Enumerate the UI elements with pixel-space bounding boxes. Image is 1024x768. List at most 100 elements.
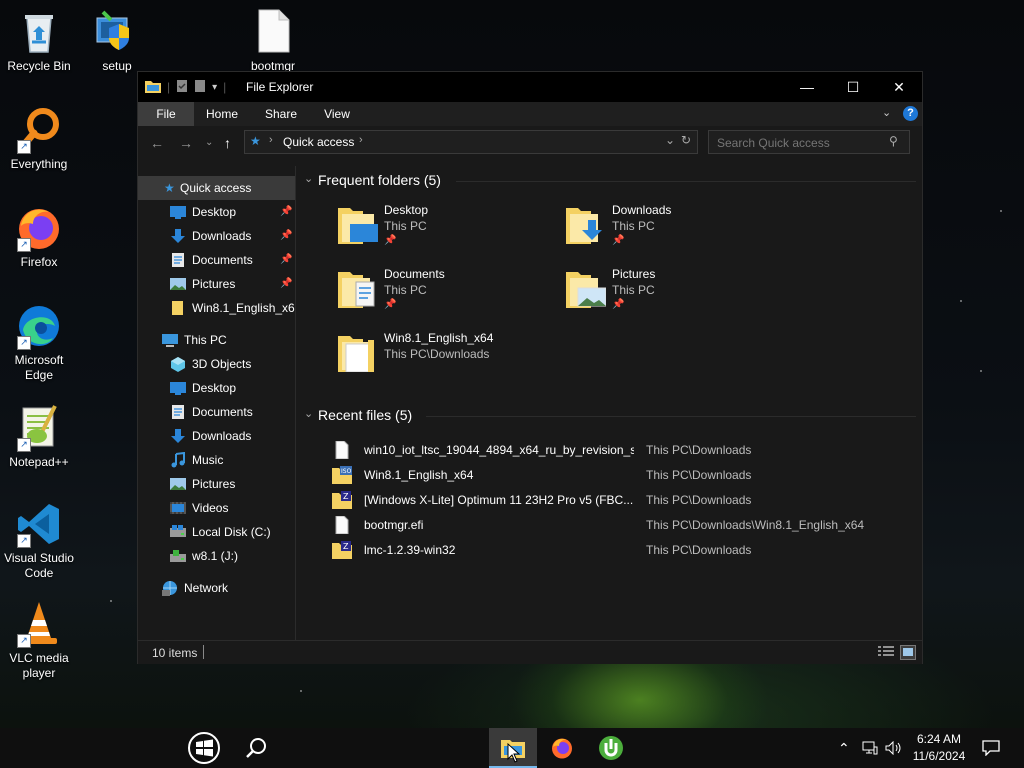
sidebar-item-this-pc[interactable]: This PC bbox=[162, 328, 227, 352]
sidebar-item-downloads[interactable]: Downloads bbox=[170, 424, 251, 448]
documents-icon bbox=[170, 252, 186, 268]
section-heading-frequent[interactable]: Frequent folders (5) bbox=[318, 172, 441, 188]
tab-file[interactable]: File bbox=[138, 102, 194, 126]
desktop-icon-vlc[interactable]: ↗ VLC media player bbox=[0, 600, 78, 681]
search-button[interactable] bbox=[232, 728, 280, 768]
folder-tile-downloads[interactable]: Downloads This PC 📌 bbox=[566, 200, 786, 256]
sidebar-item-desktop[interactable]: Desktop bbox=[170, 376, 236, 400]
show-hidden-icons-button[interactable]: ⌃ bbox=[838, 728, 850, 768]
sidebar-item-desktop[interactable]: Desktop bbox=[170, 200, 236, 224]
folder-tile-desktop[interactable]: Desktop This PC 📌 bbox=[338, 200, 558, 256]
address-bar[interactable]: ★ › Quick access › ⌄ ↻ bbox=[244, 130, 698, 154]
archive-icon: Z bbox=[332, 491, 352, 509]
notifications-button[interactable] bbox=[982, 728, 1000, 768]
help-icon[interactable]: ? bbox=[903, 106, 918, 121]
breadcrumb-separator-icon: › bbox=[269, 134, 273, 146]
address-history-chevron-icon[interactable]: ⌄ bbox=[665, 133, 675, 147]
desktop-icon-setup[interactable]: setup bbox=[78, 8, 156, 74]
recent-file-row[interactable]: Z [Windows X-Lite] Optimum 11 23H2 Pro v… bbox=[332, 488, 902, 512]
desktop-icon bbox=[170, 204, 186, 220]
svg-text:ISO: ISO bbox=[341, 468, 352, 475]
star bbox=[1000, 210, 1002, 212]
sidebar-item-pictures[interactable]: Pictures bbox=[170, 472, 235, 496]
recent-file-row[interactable]: ISO Win8.1_English_x64 This PC\Downloads bbox=[332, 463, 902, 487]
vscode-icon: ↗ bbox=[15, 500, 63, 548]
sidebar-item-music[interactable]: Music bbox=[170, 448, 223, 472]
desktop-icon-bootmgr[interactable]: bootmgr bbox=[234, 8, 312, 74]
forward-arrow-icon[interactable]: → bbox=[179, 135, 193, 151]
recent-file-name: [Windows X-Lite] Optimum 11 23H2 Pro v5 … bbox=[364, 493, 634, 507]
mouse-cursor-icon bbox=[507, 742, 521, 768]
recent-file-name: Win8.1_English_x64 bbox=[364, 468, 474, 482]
maximize-button[interactable]: ☐ bbox=[830, 72, 876, 102]
recent-locations-chevron-icon[interactable]: ⌄ bbox=[205, 137, 213, 148]
breadcrumb-chevron-icon[interactable]: › bbox=[359, 134, 363, 146]
sidebar-item-documents[interactable]: Documents bbox=[170, 248, 253, 272]
section-heading-recent[interactable]: Recent files (5) bbox=[318, 407, 412, 423]
back-arrow-icon[interactable]: ← bbox=[150, 135, 164, 151]
desktop-icon-edge[interactable]: ↗ Microsoft Edge bbox=[0, 302, 78, 383]
tab-view[interactable]: View bbox=[316, 102, 358, 126]
volume-tray-button[interactable] bbox=[885, 728, 903, 768]
customize-toolbar-chevron-icon[interactable]: ▾ bbox=[212, 82, 217, 93]
sidebar-item-win81-folder[interactable]: Win8.1_English_x64 bbox=[170, 296, 301, 320]
up-arrow-icon[interactable]: ↑ bbox=[224, 135, 231, 151]
sidebar-item-documents[interactable]: Documents bbox=[170, 400, 253, 424]
recent-file-name: lmc-1.2.39-win32 bbox=[364, 543, 456, 557]
expand-ribbon-chevron-icon[interactable]: ⌄ bbox=[882, 106, 891, 119]
refresh-icon[interactable]: ↻ bbox=[681, 133, 691, 147]
sidebar-item-3d-objects[interactable]: 3D Objects bbox=[170, 352, 251, 376]
search-input[interactable] bbox=[715, 134, 879, 152]
recent-file-row[interactable]: Z lmc-1.2.39-win32 This PC\Downloads bbox=[332, 538, 902, 562]
sidebar-item-videos[interactable]: Videos bbox=[170, 496, 228, 520]
sidebar-item-downloads[interactable]: Downloads bbox=[170, 224, 251, 248]
taskbar-firefox[interactable] bbox=[538, 728, 586, 768]
close-button[interactable]: ✕ bbox=[876, 72, 922, 102]
start-button[interactable] bbox=[180, 728, 228, 768]
status-bar: 10 items bbox=[138, 640, 922, 664]
documents-icon bbox=[170, 404, 186, 420]
music-icon bbox=[170, 451, 186, 468]
network-tray-button[interactable] bbox=[862, 728, 878, 768]
desktop-icon-everything[interactable]: ↗ Everything bbox=[0, 106, 78, 172]
sidebar-item-local-disk[interactable]: Local Disk (C:) bbox=[170, 520, 271, 544]
tab-share[interactable]: Share bbox=[258, 102, 304, 126]
sidebar-item-pictures[interactable]: Pictures bbox=[170, 272, 235, 296]
tile-name: Pictures bbox=[612, 267, 656, 281]
action-center-icon bbox=[982, 740, 1000, 756]
taskbar-utorrent[interactable] bbox=[587, 728, 635, 768]
new-folder-icon[interactable] bbox=[194, 79, 206, 96]
desktop-icon-vscode[interactable]: ↗ Visual Studio Code bbox=[0, 500, 78, 581]
properties-icon[interactable] bbox=[176, 79, 188, 96]
desktop-icon-label: Firefox bbox=[20, 255, 58, 269]
sidebar-item-drive-j[interactable]: w8.1 (J:) bbox=[170, 544, 238, 568]
large-icons-view-icon[interactable] bbox=[900, 645, 916, 660]
recent-file-row[interactable]: bootmgr.efi This PC\Downloads\Win8.1_Eng… bbox=[332, 513, 902, 537]
desktop-icon bbox=[170, 380, 186, 396]
folder-tile-pictures[interactable]: Pictures This PC 📌 bbox=[566, 264, 786, 320]
breadcrumb-quick-access[interactable]: Quick access bbox=[283, 135, 354, 149]
clock[interactable]: 6:24 AM 11/6/2024 bbox=[906, 731, 972, 765]
collapse-chevron-icon[interactable]: ⌄ bbox=[304, 407, 313, 420]
desktop-icon-firefox[interactable]: ↗ Firefox bbox=[0, 204, 78, 270]
pin-icon: 📌 bbox=[280, 206, 293, 217]
collapse-chevron-icon[interactable]: ⌄ bbox=[304, 172, 313, 185]
tab-home[interactable]: Home bbox=[198, 102, 246, 126]
sidebar-item-network[interactable]: Network bbox=[162, 576, 228, 600]
pictures-folder-icon bbox=[566, 268, 607, 308]
desktop-icon-notepadpp[interactable]: ↗ Notepad++ bbox=[0, 404, 78, 470]
sidebar-item-quick-access[interactable]: ★ Quick access bbox=[138, 176, 295, 200]
vlc-icon: ↗ bbox=[15, 600, 63, 648]
sidebar-item-label: Local Disk (C:) bbox=[192, 525, 271, 539]
desktop-icon-recycle-bin[interactable]: Recycle Bin bbox=[0, 8, 78, 74]
folder-tile-documents[interactable]: Documents This PC 📌 bbox=[338, 264, 558, 320]
recent-file-row[interactable]: win10_iot_ltsc_19044_4894_x64_ru_by_revi… bbox=[332, 438, 902, 462]
sidebar-item-label: 3D Objects bbox=[192, 357, 252, 371]
sidebar-item-label: Network bbox=[184, 581, 229, 595]
minimize-button[interactable]: — bbox=[784, 72, 830, 102]
search-box[interactable]: ⚲ bbox=[708, 130, 910, 154]
details-view-icon[interactable] bbox=[878, 646, 894, 661]
desktop-icon-label: Recycle Bin bbox=[7, 59, 71, 73]
folder-tile-win81[interactable]: Win8.1_English_x64 This PC\Downloads bbox=[338, 328, 558, 384]
title-bar[interactable]: | ▾ | File Explorer — ☐ ✕ bbox=[138, 72, 922, 102]
